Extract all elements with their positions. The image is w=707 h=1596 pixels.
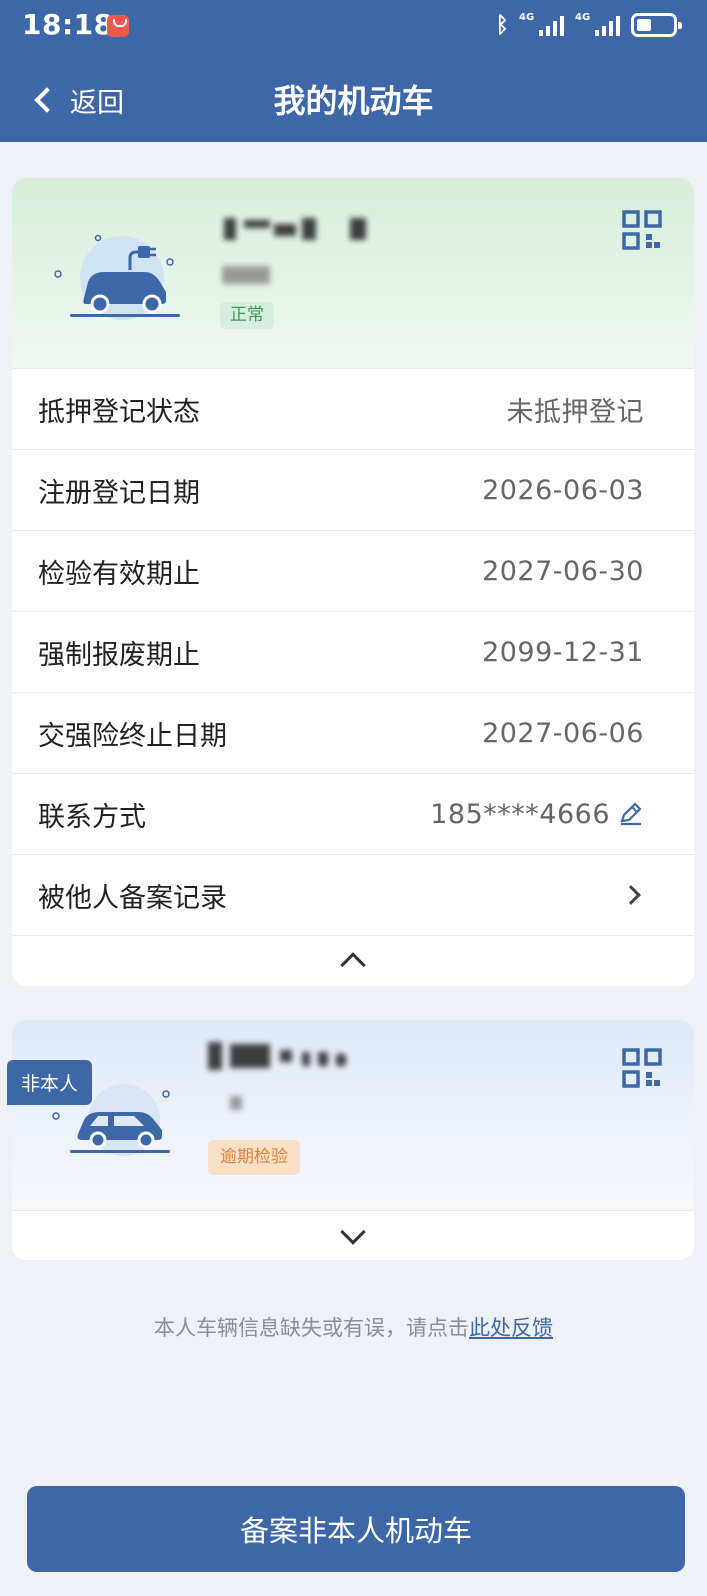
battery-icon xyxy=(631,13,682,37)
row-insurance-end-date: 交强险终止日期 2027-06-06 xyxy=(12,692,694,773)
vehicle-card-primary: 正常 抵押登记状态 未抵押登记 注册登记日期 2026-06-03 检验有效期止… xyxy=(12,178,694,986)
electric-car-icon xyxy=(54,234,180,320)
notification-bag-icon xyxy=(107,15,129,37)
row-value: 2027-06-06 xyxy=(482,717,644,749)
page-title: 我的机动车 xyxy=(273,82,434,120)
vehicle-card-secondary: 逾期检验 xyxy=(12,1020,694,1260)
row-value: 未抵押登记 xyxy=(506,396,644,428)
row-label: 注册登记日期 xyxy=(38,477,200,509)
vehicle-info-list: 抵押登记状态 未抵押登记 注册登记日期 2026-06-03 检验有效期止 20… xyxy=(12,368,694,935)
row-label: 交强险终止日期 xyxy=(38,720,227,752)
chevron-up-icon xyxy=(340,951,366,978)
bluetooth-icon: ᛒ xyxy=(495,12,509,38)
qr-code-icon[interactable] xyxy=(622,1048,662,1088)
edit-icon[interactable] xyxy=(618,801,644,827)
vehicle-card-hero[interactable]: 正常 xyxy=(12,178,694,368)
vehicle-model-blurred xyxy=(230,1096,242,1110)
row-value: 2027-06-30 xyxy=(482,555,644,587)
row-value: 185****4666 xyxy=(430,798,610,830)
status-time: 18:18 xyxy=(22,8,114,41)
expand-toggle[interactable] xyxy=(12,1210,694,1260)
feedback-line: 本人车辆信息缺失或有误，请点击此处反馈 xyxy=(0,1312,707,1342)
row-filing-records[interactable]: 被他人备案记录 xyxy=(12,854,694,935)
row-label: 被他人备案记录 xyxy=(38,882,227,914)
collapse-toggle[interactable] xyxy=(12,935,694,985)
chevron-right-icon xyxy=(621,885,641,905)
status-indicators: ᛒ 4G 4G xyxy=(495,10,682,40)
app-header: 18:18 ᛒ 4G 4G 返回 我的机动车 xyxy=(0,0,707,142)
row-mortgage-status: 抵押登记状态 未抵押登记 xyxy=(12,368,694,449)
signal-icon: 4G xyxy=(519,12,565,38)
row-label: 联系方式 xyxy=(38,801,146,833)
status-badge: 正常 xyxy=(220,302,274,329)
feedback-text: 本人车辆信息缺失或有误，请点击 xyxy=(154,1316,469,1340)
row-contact[interactable]: 联系方式 185****4666 xyxy=(12,773,694,854)
row-scrap-deadline: 强制报废期止 2099-12-31 xyxy=(12,611,694,692)
signal-icon-2: 4G xyxy=(575,12,621,38)
network-type-label-2: 4G xyxy=(575,12,591,23)
vehicle-card-hero[interactable]: 逾期检验 xyxy=(12,1020,694,1210)
feedback-link[interactable]: 此处反馈 xyxy=(469,1316,553,1340)
register-non-owner-vehicle-button[interactable]: 备案非本人机动车 xyxy=(27,1486,685,1572)
row-registration-date: 注册登记日期 2026-06-03 xyxy=(12,449,694,530)
row-label: 抵押登记状态 xyxy=(38,396,200,428)
row-label: 检验有效期止 xyxy=(38,558,200,590)
row-value: 2026-06-03 xyxy=(482,474,644,506)
status-badge: 逾期检验 xyxy=(208,1140,300,1175)
vehicle-model-blurred xyxy=(222,266,270,284)
row-value: 2099-12-31 xyxy=(482,636,644,668)
chevron-down-icon xyxy=(340,1218,366,1245)
status-bar: 18:18 ᛒ 4G 4G xyxy=(0,0,707,50)
row-inspection-valid-until: 检验有效期止 2027-06-30 xyxy=(12,530,694,611)
qr-code-icon[interactable] xyxy=(622,210,662,250)
network-type-label: 4G xyxy=(519,12,535,23)
non-owner-tag: 非本人 xyxy=(7,1060,93,1105)
row-label: 强制报废期止 xyxy=(38,639,200,671)
